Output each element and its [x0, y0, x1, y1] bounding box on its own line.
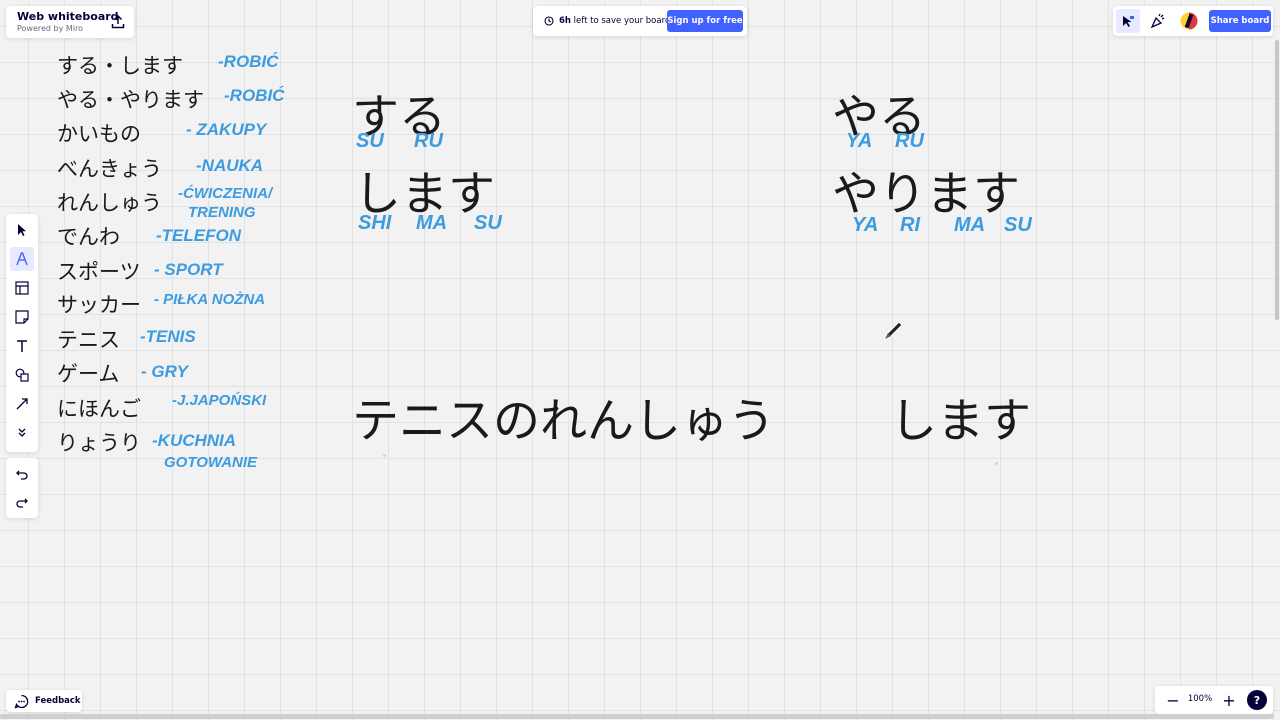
vocab-japanese: ゲーム [57, 362, 120, 386]
save-notice-panel: 6h left to save your board. Sign up for … [533, 6, 747, 36]
redo-icon [16, 498, 28, 508]
romaji-ru: RU [414, 130, 443, 152]
cursor-icon [18, 224, 26, 236]
vocab-polish: - GRY [141, 362, 188, 381]
horizontal-scrollbar[interactable] [0, 714, 1274, 719]
text-icon [17, 340, 27, 352]
sentence-part-2: します [890, 394, 1031, 449]
romaji-ya: YA [846, 130, 873, 152]
vocab-japanese: りょうり [57, 431, 141, 455]
zoom-in-button[interactable]: + [1219, 690, 1239, 710]
celebrate-button[interactable] [1146, 9, 1170, 33]
zoom-panel: − 100% + ? [1155, 686, 1273, 714]
party-popper-icon [1150, 13, 1165, 29]
vocab-polish: -J.JAPOŃSKI [172, 392, 267, 409]
table-tool[interactable] [10, 276, 34, 300]
undo-redo-panel [6, 458, 38, 518]
export-button[interactable] [108, 12, 128, 32]
reactions-button[interactable] [1116, 9, 1140, 33]
board-canvas[interactable]: する・します -ROBIĆ やる・やります -ROBIĆ かいもの - ZAKU… [0, 0, 1274, 714]
romaji-ma: MA [416, 212, 448, 234]
vocab-polish: - ZAKUPY [186, 120, 267, 139]
vocab-japanese: やる・やります [57, 88, 204, 112]
pen-tool[interactable] [10, 247, 34, 271]
vertical-scrollbar[interactable] [1275, 40, 1279, 320]
board-title[interactable]: Web whiteboard [17, 10, 119, 23]
romaji-ma-2: MA [954, 214, 986, 236]
upload-icon [111, 15, 125, 29]
table-icon [15, 281, 29, 295]
undo-button[interactable] [10, 462, 34, 486]
powered-by-label: Powered by Miro [17, 24, 84, 33]
double-chevron-down-icon [18, 428, 26, 437]
redo-button[interactable] [10, 490, 34, 514]
vocab-polish-line2: TRENING [188, 204, 256, 221]
clock-icon [544, 16, 554, 26]
zoom-out-button[interactable]: − [1163, 690, 1183, 710]
vocab-japanese: でんわ [57, 225, 120, 249]
connector-tool[interactable] [10, 392, 34, 416]
avatar-icon [1180, 12, 1198, 30]
more-tools-button[interactable] [10, 421, 34, 445]
vocab-japanese: かいもの [57, 122, 141, 146]
romaji-su: SU [356, 130, 384, 152]
board-info-panel: Web whiteboard Powered by Miro [6, 6, 134, 38]
vocab-japanese: べんきょう [57, 157, 162, 181]
shapes-icon [15, 368, 29, 382]
zoom-level[interactable]: 100% [1187, 694, 1213, 704]
vocab-polish: -ROBIĆ [218, 52, 279, 71]
save-notice-message: left to save your board. [570, 16, 674, 26]
feedback-icon [14, 694, 29, 709]
arrow-icon [16, 398, 28, 410]
select-tool[interactable] [10, 218, 34, 242]
text-tool[interactable] [10, 334, 34, 358]
sticky-note-icon [15, 310, 29, 324]
romaji-shi: SHI [358, 212, 392, 234]
vocab-polish-line2: GOTOWANIE [164, 454, 258, 471]
user-avatar[interactable] [1177, 9, 1201, 33]
shapes-tool[interactable] [10, 363, 34, 387]
cursor-flag-icon [1123, 16, 1134, 27]
vocab-polish: -NAUKA [196, 156, 264, 175]
pen-cursor-icon [882, 318, 906, 346]
save-notice-text: 6h left to save your board. [559, 16, 673, 26]
vocab-japanese: テニス [57, 328, 120, 352]
canvas-dot [995, 462, 998, 465]
help-button[interactable]: ? [1247, 690, 1267, 710]
feedback-label: Feedback [35, 696, 81, 706]
romaji-ri: RI [900, 214, 920, 236]
vocab-polish: -TENIS [140, 327, 196, 346]
left-toolbar [6, 214, 38, 452]
sentence-part-1: テニスのれんしゅう [352, 394, 775, 449]
vocab-polish: -TELEFON [156, 226, 241, 245]
romaji-ru-2: RU [895, 130, 924, 152]
vocab-polish: - PIŁKA NOŻNA [154, 291, 266, 308]
signup-button[interactable]: Sign up for free [667, 10, 743, 32]
vocab-japanese: にほんご [57, 397, 141, 421]
romaji-su-2: SU [474, 212, 502, 234]
vocab-polish: -ROBIĆ [224, 86, 285, 105]
vocab-polish: -ĆWICZENIA/ [178, 185, 273, 202]
sticky-note-tool[interactable] [10, 305, 34, 329]
top-right-panel: Share board [1113, 6, 1273, 36]
vocab-polish: -KUCHNIA [152, 431, 237, 450]
vocab-polish: - SPORT [154, 260, 223, 279]
undo-icon [16, 470, 28, 480]
pen-icon [16, 252, 28, 266]
romaji-su-3: SU [1004, 214, 1032, 236]
romaji-ya-2: YA [852, 214, 879, 236]
canvas-dot [383, 454, 386, 457]
save-hours: 6h [559, 16, 571, 26]
vocab-japanese: サッカー [57, 293, 141, 317]
feedback-button[interactable]: Feedback [6, 690, 82, 712]
vocab-japanese: スポーツ [57, 260, 141, 284]
share-board-button[interactable]: Share board [1209, 10, 1271, 32]
vocab-japanese: する・します [57, 54, 183, 78]
vocab-japanese: れんしゅう [57, 191, 162, 215]
